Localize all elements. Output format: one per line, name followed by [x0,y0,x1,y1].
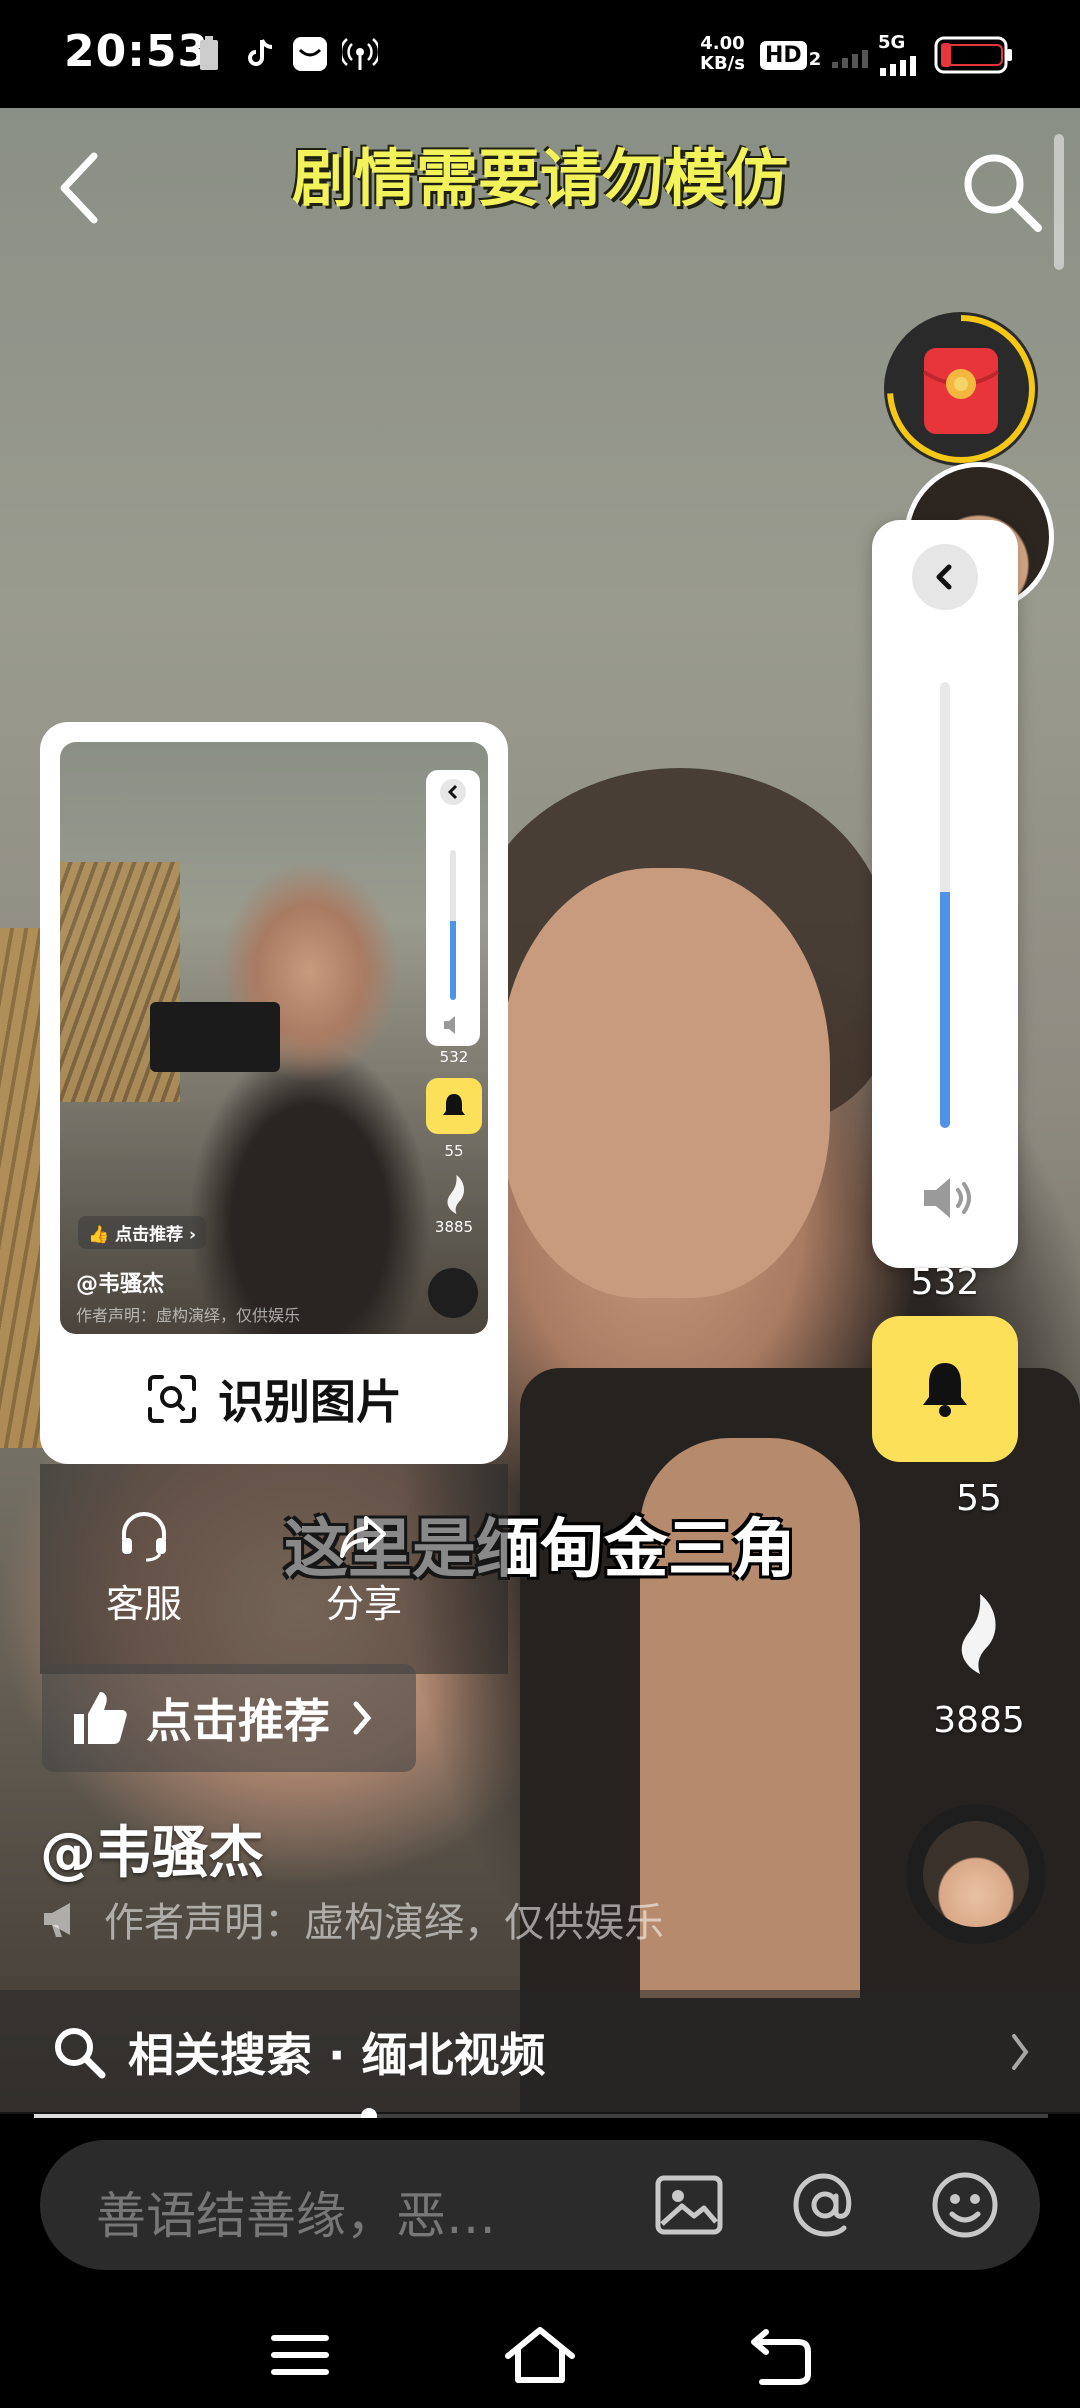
tiktok-icon [248,39,273,66]
search-icon[interactable] [958,148,1046,236]
thumb-bell [426,1078,482,1134]
related-search-label: 相关搜索 · 缅北视频 [128,2028,546,2082]
headset-icon [122,1512,166,1562]
signal-weak-icon [832,50,868,68]
share-action[interactable]: 分享 [304,1508,424,1628]
related-search-bar[interactable]: 相关搜索 · 缅北视频 [0,1990,1080,2114]
network-label: 5G [878,32,906,53]
share-icon[interactable] [940,1588,1010,1678]
author-claim: 作者声明：虚构演绎，仅供娱乐 [40,1890,664,1948]
system-nav-bar [0,2300,1080,2408]
net-speed-unit: KB/s [700,53,745,74]
menu-icon[interactable] [260,2322,340,2388]
thumb-handle: @韦骚杰 [76,1272,165,1297]
thumb-bell-icon [443,1094,465,1115]
bell-button[interactable] [872,1316,1018,1462]
music-disc[interactable] [906,1804,1046,1944]
thumb-count-55: 55 [444,1142,464,1160]
comment-input[interactable]: 善语结善缘，恶… [40,2140,1040,2270]
volume-slider-fill [940,891,950,1128]
status-time: 20:53 [64,26,210,77]
thumb-like-label: 点击推荐 [115,1225,184,1245]
scrollbar[interactable] [1054,134,1064,270]
volume-slider[interactable] [940,682,950,1128]
count-3885: 3885 [933,1700,1025,1741]
video-face [500,868,830,1298]
hotspot-icon [342,38,378,70]
thumb-claim: 作者声明：虚构演绎，仅供娱乐 [76,1306,301,1325]
forward-icon [340,1516,386,1558]
hd-badge: HD 2 [760,36,821,70]
author-handle[interactable]: @韦骚杰 [40,1808,264,1889]
recommend-button[interactable]: 点击推荐 [42,1664,416,1772]
author-claim-text: 作者声明：虚构演绎，仅供娱乐 [104,1900,664,1946]
count-55: 55 [956,1478,1002,1519]
bell-icon [923,1363,967,1417]
search-icon-small [55,2028,106,2079]
chevron-left-icon [936,564,952,590]
volume-collapse-button[interactable] [912,544,978,610]
recommend-label: 点击推荐 [146,1694,330,1748]
chevron-right-icon [353,1701,372,1735]
thumb-count-532: 532 [439,1048,469,1066]
thumb-like-pill: 👍 点击推荐 › [78,1216,207,1249]
mention-icon[interactable] [788,2168,862,2242]
thumbs-up-icon [74,1692,127,1744]
battery-icon [934,36,1012,74]
video-warning-text: 剧情需要请勿模仿 [291,142,788,215]
thumb-gun [150,1002,280,1072]
network-5g: 5G [878,34,928,76]
music-disc-cover [923,1821,1029,1927]
thumb-chevron-left-icon [440,779,466,805]
screenshot-thumbnail[interactable]: 532 55 3885 👍 点击推荐 › @韦骚杰 作者声明：虚构演绎，仅供娱乐 [60,742,488,1334]
net-speed: 4.00 KB/s [700,34,745,74]
share-label: 分享 [325,1582,402,1626]
speaker-icon[interactable] [916,1168,976,1228]
thumb-volume-fill [450,920,456,1000]
image-preview-popup: 532 55 3885 👍 点击推荐 › @韦骚杰 作者声明：虚构演绎，仅供娱乐… [40,722,508,1464]
recognize-label: 识别图片 [218,1375,402,1429]
thumb-speaker-icon [444,1016,455,1034]
comment-placeholder: 善语结善缘，恶… [96,2187,496,2245]
service-label: 客服 [105,1582,182,1626]
thumb-volume-track [450,850,456,1000]
count-532: 532 [910,1262,980,1303]
thumb-share-icon [447,1174,465,1215]
chevron-right-icon [1012,2034,1029,2070]
signal-icon [880,56,916,76]
hd-label: HD [760,41,807,70]
red-packet-button[interactable] [884,312,1038,466]
thumb-music-disc [428,1268,478,1318]
home-icon[interactable] [500,2322,580,2388]
back-icon[interactable] [48,148,112,228]
recognize-image-button[interactable]: 识别图片 [40,1334,508,1464]
thumb-volume-panel [426,770,480,1046]
net-speed-value: 4.00 [700,33,745,54]
service-action[interactable]: 客服 [84,1508,204,1628]
status-bar: 20:53 4.00 KB/s HD 2 5G [0,0,1080,108]
red-packet-icon [887,315,1035,463]
mail-icon [293,37,327,71]
action-row: 客服 分享 [40,1464,508,1674]
image-icon[interactable] [652,2168,726,2242]
hd-sub: 2 [808,49,822,70]
thumb-count-3885: 3885 [434,1218,474,1236]
emoji-icon[interactable] [928,2168,1002,2242]
volume-panel[interactable] [872,520,1018,1268]
megaphone-icon [44,1903,70,1937]
battery-saver-icon [200,36,218,70]
scan-icon [148,1375,196,1423]
back-nav-icon[interactable] [740,2322,820,2388]
